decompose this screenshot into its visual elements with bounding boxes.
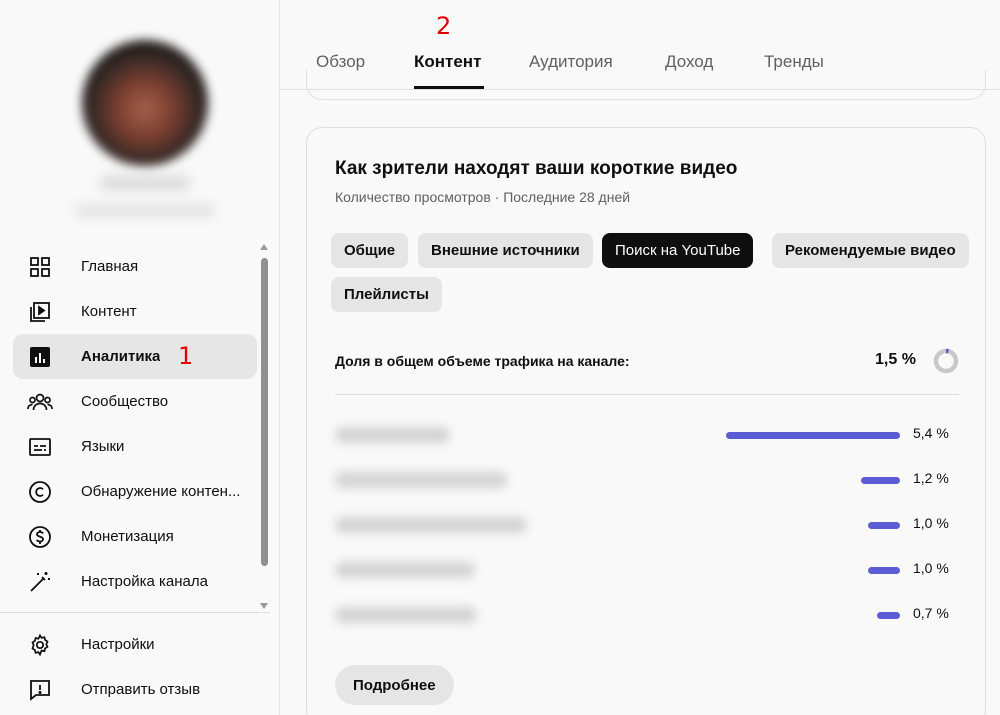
share-value: 1,0 % xyxy=(913,560,949,576)
sidebar-item-monetization[interactable]: Монетизация xyxy=(13,514,257,559)
sidebar: Главная Контент Аналитика Сообщество Язы… xyxy=(0,0,280,715)
chip-general[interactable]: Общие xyxy=(331,233,409,268)
sidebar-bottom-nav: Настройки Отправить отзыв xyxy=(13,622,257,712)
list-item[interactable]: 1,0 % xyxy=(335,509,959,539)
analytics-icon xyxy=(27,344,53,370)
channel-avatar[interactable] xyxy=(82,40,208,166)
list-item[interactable]: 1,0 % xyxy=(335,554,959,584)
chip-external[interactable]: Внешние источники xyxy=(418,233,593,268)
share-bar xyxy=(877,612,900,619)
share-value: 5,4 % xyxy=(913,425,949,441)
see-more-button[interactable]: Подробнее xyxy=(335,665,454,705)
search-term-blurred xyxy=(335,517,527,533)
channel-handle-blurred xyxy=(75,205,215,217)
sidebar-item-label: Настройки xyxy=(81,636,155,653)
share-value: 1,0 % xyxy=(913,515,949,531)
card-title: Как зрители находят ваши короткие видео xyxy=(335,158,738,179)
sidebar-item-label: Монетизация xyxy=(81,528,174,545)
sidebar-item-dashboard[interactable]: Главная xyxy=(13,244,257,289)
tab-content[interactable]: Контент xyxy=(414,52,481,72)
sidebar-item-label: Главная xyxy=(81,258,139,275)
previous-card-edge xyxy=(306,70,986,100)
magic-wand-icon xyxy=(27,569,53,595)
chip-playlists[interactable]: Плейлисты xyxy=(331,277,442,312)
sidebar-item-label: Языки xyxy=(81,438,125,455)
sidebar-item-label: Аналитика xyxy=(81,348,161,365)
chip-youtube-search[interactable]: Поиск на YouTube xyxy=(602,233,754,268)
sidebar-divider xyxy=(0,612,270,613)
sidebar-item-copyright[interactable]: Обнаружение контен... xyxy=(13,469,257,514)
search-term-blurred xyxy=(335,562,475,578)
sidebar-item-label: Отправить отзыв xyxy=(81,681,201,698)
gear-icon xyxy=(27,632,53,658)
search-term-blurred xyxy=(335,427,450,443)
share-value: 1,2 % xyxy=(913,470,949,486)
list-item[interactable]: 5,4 % xyxy=(335,419,959,449)
traffic-share-label: Доля в общем объеме трафика на канале: xyxy=(335,353,630,369)
dashboard-icon xyxy=(27,254,53,280)
traffic-sources-card: Как зрители находят ваши короткие видео … xyxy=(306,127,986,715)
traffic-share-donut-icon xyxy=(933,348,959,374)
sidebar-item-content[interactable]: Контент xyxy=(13,289,257,334)
share-bar xyxy=(861,477,900,484)
content-icon xyxy=(27,299,53,325)
monetization-icon xyxy=(27,524,53,550)
scroll-up-arrow[interactable] xyxy=(260,244,268,250)
divider xyxy=(335,394,959,395)
sidebar-item-analytics[interactable]: Аналитика xyxy=(13,334,257,379)
share-value: 0,7 % xyxy=(913,605,949,621)
traffic-share-value: 1,5 % xyxy=(875,351,916,368)
copyright-icon xyxy=(27,479,53,505)
sidebar-item-feedback[interactable]: Отправить отзыв xyxy=(13,667,257,712)
subtitles-icon xyxy=(27,434,53,460)
feedback-icon xyxy=(27,677,53,703)
sidebar-item-settings[interactable]: Настройки xyxy=(13,622,257,667)
tab-audience[interactable]: Аудитория xyxy=(529,52,613,72)
sidebar-nav: Главная Контент Аналитика Сообщество Язы… xyxy=(13,244,257,604)
channel-name-blurred xyxy=(100,176,190,190)
sidebar-item-label: Контент xyxy=(81,303,137,320)
scroll-down-arrow[interactable] xyxy=(260,603,268,609)
share-bar xyxy=(868,567,900,574)
card-subtitle: Количество просмотров · Последние 28 дне… xyxy=(335,189,631,205)
tab-overview[interactable]: Обзор xyxy=(316,52,365,72)
share-bar xyxy=(868,522,900,529)
annotation-1: 1 xyxy=(178,342,194,370)
list-item[interactable]: 1,2 % xyxy=(335,464,959,494)
sidebar-item-languages[interactable]: Языки xyxy=(13,424,257,469)
tab-revenue[interactable]: Доход xyxy=(665,52,713,72)
community-icon xyxy=(27,389,53,415)
sidebar-item-label: Обнаружение контен... xyxy=(81,483,241,500)
sidebar-item-label: Настройка канала xyxy=(81,573,208,590)
tab-trends[interactable]: Тренды xyxy=(764,52,824,72)
list-item[interactable]: 0,7 % xyxy=(335,599,959,629)
search-term-blurred xyxy=(335,607,477,623)
chip-suggested[interactable]: Рекомендуемые видео xyxy=(772,233,969,268)
sidebar-item-community[interactable]: Сообщество xyxy=(13,379,257,424)
search-term-blurred xyxy=(335,472,507,488)
sidebar-item-label: Сообщество xyxy=(81,393,169,410)
sidebar-scrollbar[interactable] xyxy=(261,258,268,566)
share-bar xyxy=(726,432,900,439)
sidebar-item-customization[interactable]: Настройка канала xyxy=(13,559,257,604)
